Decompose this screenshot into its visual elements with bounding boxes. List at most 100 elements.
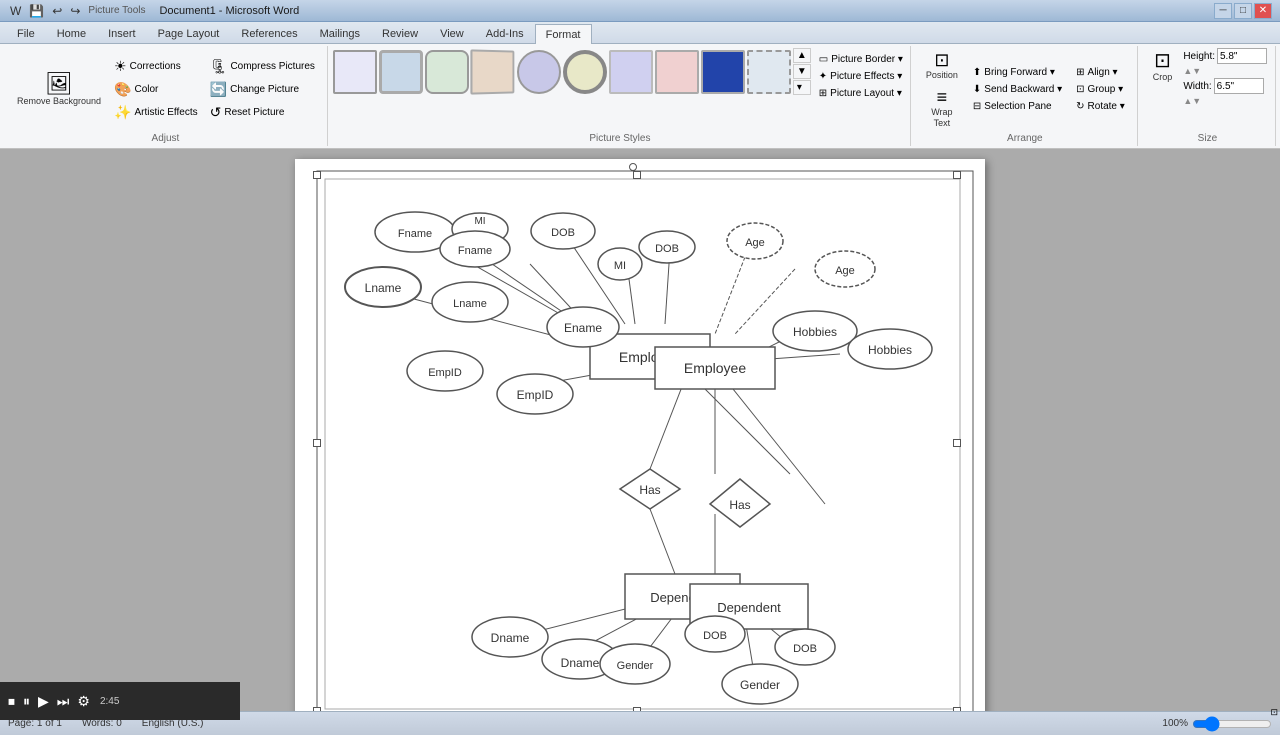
doc-area: Employee Employee Dependent Dependent Ha…	[0, 149, 1280, 711]
redo-qa-btn[interactable]: ↪	[68, 3, 82, 19]
style-thumb-6[interactable]	[563, 50, 607, 94]
arrange-group: ⊡ Position ≡ WrapText ⬆ Bring Forward ▾ …	[913, 46, 1138, 146]
tab-insert[interactable]: Insert	[97, 23, 147, 43]
sel-handle-tm[interactable]	[633, 171, 641, 179]
media-play-btn[interactable]: ▶	[36, 691, 51, 712]
gallery-more-btn[interactable]: ▾	[793, 80, 811, 95]
svg-text:Hobbies: Hobbies	[868, 343, 912, 357]
picture-effects-btn[interactable]: ✦ Picture Effects ▾	[815, 69, 907, 84]
artistic-effects-btn[interactable]: ✨ Artistic Effects	[110, 102, 202, 123]
style-thumb-10[interactable]	[747, 50, 791, 94]
border-icon: ▭	[819, 54, 828, 65]
svg-text:Dependent: Dependent	[717, 600, 781, 615]
align-btn[interactable]: ⊞ Align ▾	[1072, 65, 1129, 80]
gallery-down-btn[interactable]: ▼	[793, 64, 811, 79]
picture-styles-label: Picture Styles	[589, 131, 650, 144]
corrections-btn[interactable]: ☀ Corrections	[110, 56, 202, 77]
title-bar-controls: ─ □ ✕	[1214, 3, 1272, 19]
tab-review[interactable]: Review	[371, 23, 429, 43]
sel-handle-tl[interactable]	[313, 171, 321, 179]
media-next-btn[interactable]: ⏭	[55, 691, 72, 712]
minimize-btn[interactable]: ─	[1214, 3, 1232, 19]
size-dialog-launcher[interactable]: ⊡	[1270, 707, 1278, 718]
undo-qa-btn[interactable]: ↩	[50, 3, 64, 19]
crop-btn[interactable]: ⊡ Crop	[1148, 48, 1178, 86]
width-input[interactable]	[1214, 78, 1264, 94]
svg-text:EmpID: EmpID	[517, 388, 554, 402]
style-thumb-3[interactable]	[425, 50, 469, 94]
size-label: Size	[1198, 131, 1217, 144]
style-thumb-7[interactable]	[609, 50, 653, 94]
close-btn[interactable]: ✕	[1254, 3, 1272, 19]
adjust-group: 🖼 Remove Background ☀ Corrections 🎨 Colo…	[4, 46, 328, 146]
position-btn[interactable]: ⊡ Position	[921, 48, 963, 84]
style-thumb-5[interactable]	[517, 50, 561, 94]
tab-format[interactable]: Format	[535, 24, 592, 44]
size-group: ⊡ Crop Height: ▲▼ Width: ▲▼ Size	[1140, 46, 1276, 146]
page-info: Page: 1 of 1	[8, 718, 62, 729]
tab-file[interactable]: File	[6, 23, 46, 43]
title-bar-left: W 💾 ↩ ↪ Picture Tools Document1 - Micros…	[8, 3, 299, 19]
svg-text:Dname: Dname	[561, 656, 600, 670]
wrap-text-btn[interactable]: ≡ WrapText	[921, 85, 963, 132]
tab-add-ins[interactable]: Add-Ins	[475, 23, 535, 43]
reset-icon: ↺	[210, 104, 222, 121]
erd-diagram: Employee Employee Dependent Dependent Ha…	[315, 169, 975, 711]
svg-text:Lname: Lname	[453, 298, 487, 310]
tab-home[interactable]: Home	[46, 23, 97, 43]
selection-pane-btn[interactable]: ⊟ Selection Pane	[969, 99, 1066, 114]
picture-layout-btn[interactable]: ⊞ Picture Layout ▾	[815, 86, 907, 101]
svg-text:Fname: Fname	[398, 228, 432, 240]
maximize-btn[interactable]: □	[1234, 3, 1252, 19]
compress-pictures-btn[interactable]: 🗜 Compress Pictures	[206, 56, 319, 77]
group-btn[interactable]: ⊡ Group ▾	[1072, 82, 1129, 97]
sel-handle-ml[interactable]	[313, 439, 321, 447]
height-input[interactable]	[1217, 48, 1267, 64]
media-time: 2:45	[100, 696, 119, 707]
tab-mailings[interactable]: Mailings	[309, 23, 371, 43]
tab-view[interactable]: View	[429, 23, 475, 43]
save-qa-btn[interactable]: 💾	[27, 3, 46, 19]
reset-picture-btn[interactable]: ↺ Reset Picture	[206, 102, 319, 123]
crop-icon: ⊡	[1154, 51, 1171, 71]
change-picture-btn[interactable]: 🔄 Change Picture	[206, 79, 319, 100]
quick-access-toolbar: W 💾 ↩ ↪	[8, 3, 82, 19]
style-thumb-2[interactable]	[379, 50, 423, 94]
svg-text:EmpID: EmpID	[428, 367, 462, 379]
sel-handle-bl[interactable]	[313, 707, 321, 711]
send-backward-icon: ⬇	[973, 84, 981, 95]
zoom-slider[interactable]	[1192, 716, 1272, 732]
svg-text:DOB: DOB	[793, 643, 817, 655]
position-icon: ⊡	[934, 51, 949, 69]
change-picture-icon: 🔄	[210, 81, 227, 98]
style-thumb-9[interactable]	[701, 50, 745, 94]
svg-text:Gender: Gender	[617, 660, 654, 672]
send-backward-btn[interactable]: ⬇ Send Backward ▾	[969, 82, 1066, 97]
document-page: Employee Employee Dependent Dependent Ha…	[295, 159, 985, 711]
style-thumb-4[interactable]	[470, 49, 514, 94]
tab-references[interactable]: References	[230, 23, 308, 43]
bring-forward-btn[interactable]: ⬆ Bring Forward ▾	[969, 65, 1066, 80]
svg-text:Has: Has	[639, 483, 660, 497]
media-player-bar: ⏹ ⏸ ▶ ⏭ ⚙ 2:45	[0, 682, 240, 720]
sel-handle-bm[interactable]	[633, 707, 641, 711]
style-thumb-8[interactable]	[655, 50, 699, 94]
picture-styles-gallery: ▲ ▼ ▾	[333, 48, 811, 95]
word-count: Words: 0	[82, 718, 122, 729]
media-stop-btn[interactable]: ⏹	[6, 691, 17, 712]
media-settings-btn[interactable]: ⚙	[75, 691, 92, 712]
media-pause-btn[interactable]: ⏸	[21, 691, 32, 712]
remove-background-btn[interactable]: 🖼 Remove Background	[12, 70, 106, 110]
tab-page-layout[interactable]: Page Layout	[147, 23, 231, 43]
sel-handle-br[interactable]	[953, 707, 961, 711]
ribbon: File Home Insert Page Layout References …	[0, 22, 1280, 149]
sel-handle-mr[interactable]	[953, 439, 961, 447]
style-thumb-1[interactable]	[333, 50, 377, 94]
rotate-btn[interactable]: ↻ Rotate ▾	[1072, 99, 1129, 114]
svg-text:Has: Has	[729, 498, 750, 512]
artistic-icon: ✨	[114, 104, 131, 121]
color-btn[interactable]: 🎨 Color	[110, 79, 202, 100]
picture-border-btn[interactable]: ▭ Picture Border ▾	[815, 52, 907, 67]
gallery-up-btn[interactable]: ▲	[793, 48, 811, 63]
sel-handle-tr[interactable]	[953, 171, 961, 179]
